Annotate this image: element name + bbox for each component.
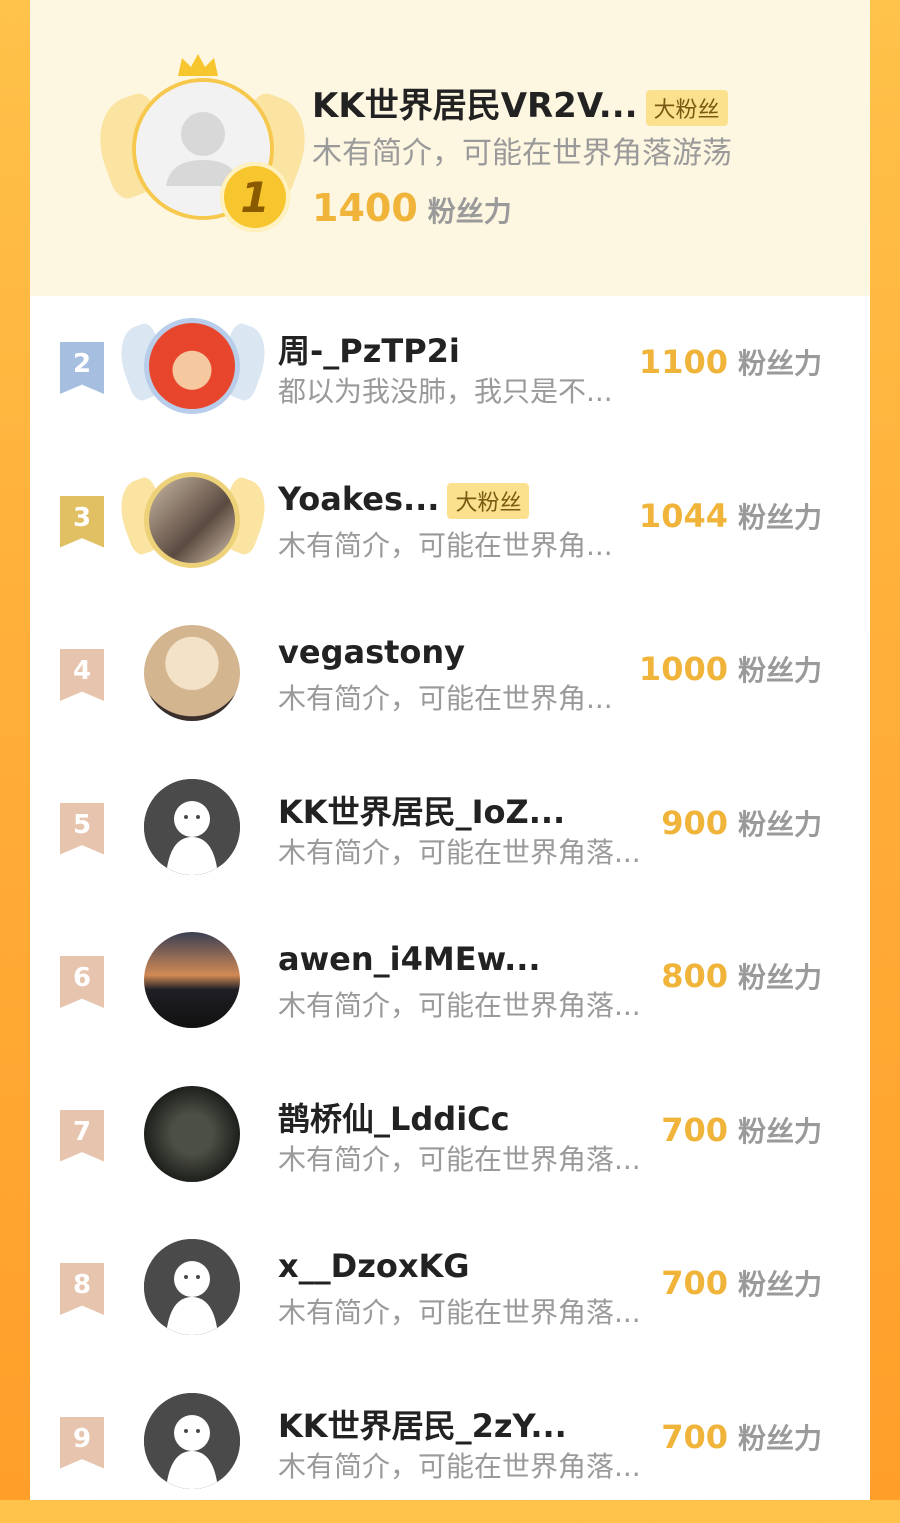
score-value: 1000 [638, 650, 728, 688]
top-fan-name[interactable]: KK世界居民VR2V... 大粉丝 [312, 78, 728, 127]
list-item[interactable]: 5 KK世界居民_IoZ... 木有简介，可能在世界角落... 900 粉丝力 [30, 757, 870, 909]
list-item[interactable]: 8 x__DzoxKG 木有简介，可能在世界角落... 700 粉丝力 [30, 1217, 870, 1369]
username: KK世界居民_2zY... [278, 1406, 567, 1445]
list-item[interactable]: 6 awen_i4MEw... 木有简介，可能在世界角落... 800 粉丝力 [30, 910, 870, 1062]
score-value: 900 [661, 803, 728, 842]
avatar[interactable] [144, 778, 240, 875]
username-row[interactable]: KK世界居民_IoZ... [278, 787, 565, 833]
fan-score: 1100 粉丝力 [639, 342, 822, 382]
score-value: 1100 [638, 343, 728, 381]
user-bio: 木有简介，可能在世界角落... [278, 1296, 641, 1329]
user-bio: 木有简介，可能在世界角... [278, 682, 613, 715]
list-item[interactable]: 3 Yoakes... 大粉丝木有简介，可能在世界角... 1044 粉丝力 [30, 450, 870, 602]
username-row[interactable]: KK世界居民_2zY... [278, 1401, 567, 1447]
fan-score: 700 粉丝力 [661, 1110, 822, 1150]
rank-flag: 5 [60, 802, 104, 855]
fan-score: 700 粉丝力 [661, 1263, 822, 1303]
top-fan-section[interactable]: 1 KK世界居民VR2V... 大粉丝 木有简介，可能在世界角落游荡 1400 粉丝… [30, 0, 870, 296]
top-fan-bio: 木有简介，可能在世界角落游荡 [312, 136, 732, 171]
score-unit: 粉丝力 [427, 195, 512, 228]
crown-icon [178, 54, 218, 76]
user-bio: 都以为我没肺，我只是不... [278, 375, 613, 408]
avatar[interactable] [144, 932, 240, 1028]
rank-flag: 6 [60, 956, 104, 1008]
big-fan-badge: 大粉丝 [645, 89, 728, 126]
rank-flag: 3 [60, 495, 104, 548]
list-item[interactable]: 2 周-_PzTP2i 都以为我没肺，我只是不... 1100 粉丝力 [30, 296, 870, 448]
user-bio: 木有简介，可能在世界角... [278, 528, 613, 562]
score-value: 700 [661, 1264, 728, 1302]
user-bio: 木有简介，可能在世界角落... [278, 1142, 641, 1176]
score-unit: 粉丝力 [737, 654, 822, 687]
username-row[interactable]: Yoakes... 大粉丝 [278, 479, 530, 519]
avatar[interactable] [144, 625, 240, 721]
user-bio: 木有简介，可能在世界角落... [278, 835, 641, 869]
username: KK世界居民VR2V... [312, 86, 638, 126]
username: awen_i4MEw... [278, 940, 541, 978]
avatar[interactable] [144, 471, 240, 568]
user-bio: 木有简介，可能在世界角落... [278, 989, 641, 1022]
username: 周-_PzTP2i [278, 332, 460, 370]
score-unit: 粉丝力 [737, 347, 822, 380]
rank-flag: 8 [60, 1263, 104, 1315]
username: KK世界居民_IoZ... [278, 792, 566, 831]
big-fan-badge: 大粉丝 [447, 482, 530, 519]
score-unit: 粉丝力 [737, 961, 822, 994]
default-avatar-icon [144, 1392, 240, 1489]
fan-score: 1000 粉丝力 [639, 649, 822, 689]
username-row[interactable]: x__DzoxKG [278, 1247, 470, 1285]
username: x__DzoxKG [278, 1247, 470, 1285]
avatar[interactable] [144, 1239, 240, 1335]
username: Yoakes... [278, 479, 440, 518]
score-value: 1400 [312, 186, 418, 230]
rank-flag: 4 [60, 649, 104, 701]
score-unit: 粉丝力 [737, 1421, 822, 1455]
list-item[interactable]: 4 vegastony 木有简介，可能在世界角... 1000 粉丝力 [30, 603, 870, 755]
username: 鹊桥仙_LddiCc [278, 1099, 510, 1138]
rank-flag: 7 [60, 1109, 104, 1162]
username-row[interactable]: awen_i4MEw... [278, 940, 541, 978]
score-value: 700 [661, 1417, 728, 1456]
score-unit: 粉丝力 [737, 500, 822, 534]
default-avatar-icon [144, 778, 240, 875]
username-row[interactable]: vegastony [278, 633, 465, 671]
fan-score: 900 粉丝力 [661, 803, 822, 843]
fan-score: 700 粉丝力 [661, 1417, 822, 1457]
score-unit: 粉丝力 [737, 1268, 822, 1301]
avatar[interactable] [144, 318, 240, 414]
fan-score: 1044 粉丝力 [639, 496, 822, 536]
fan-ranking-card: 1 KK世界居民VR2V... 大粉丝 木有简介，可能在世界角落游荡 1400 粉丝… [30, 0, 870, 1500]
fan-score: 800 粉丝力 [661, 956, 822, 996]
score-value: 700 [661, 1110, 728, 1149]
rank-flag: 9 [60, 1416, 104, 1469]
score-value: 1044 [638, 496, 728, 535]
avatar[interactable] [144, 1392, 240, 1489]
list-item[interactable]: 7 鹊桥仙_LddiCc 木有简介，可能在世界角落... 700 粉丝力 [30, 1064, 870, 1216]
username: vegastony [278, 633, 466, 671]
username-row[interactable]: 鹊桥仙_LddiCc [278, 1094, 510, 1140]
score-unit: 粉丝力 [737, 807, 822, 841]
default-avatar-icon [144, 1239, 240, 1335]
top-fan-score: 1400 粉丝力 [312, 186, 512, 230]
score-unit: 粉丝力 [737, 1114, 822, 1148]
avatar[interactable] [144, 1085, 240, 1182]
first-place-avatar-frame: 1 [85, 52, 320, 242]
username-row[interactable]: 周-_PzTP2i [278, 326, 460, 372]
score-value: 800 [661, 957, 728, 995]
user-bio: 木有简介，可能在世界角落... [278, 1449, 641, 1483]
rank-flag: 2 [60, 342, 104, 394]
rank-medal: 1 [220, 162, 290, 232]
